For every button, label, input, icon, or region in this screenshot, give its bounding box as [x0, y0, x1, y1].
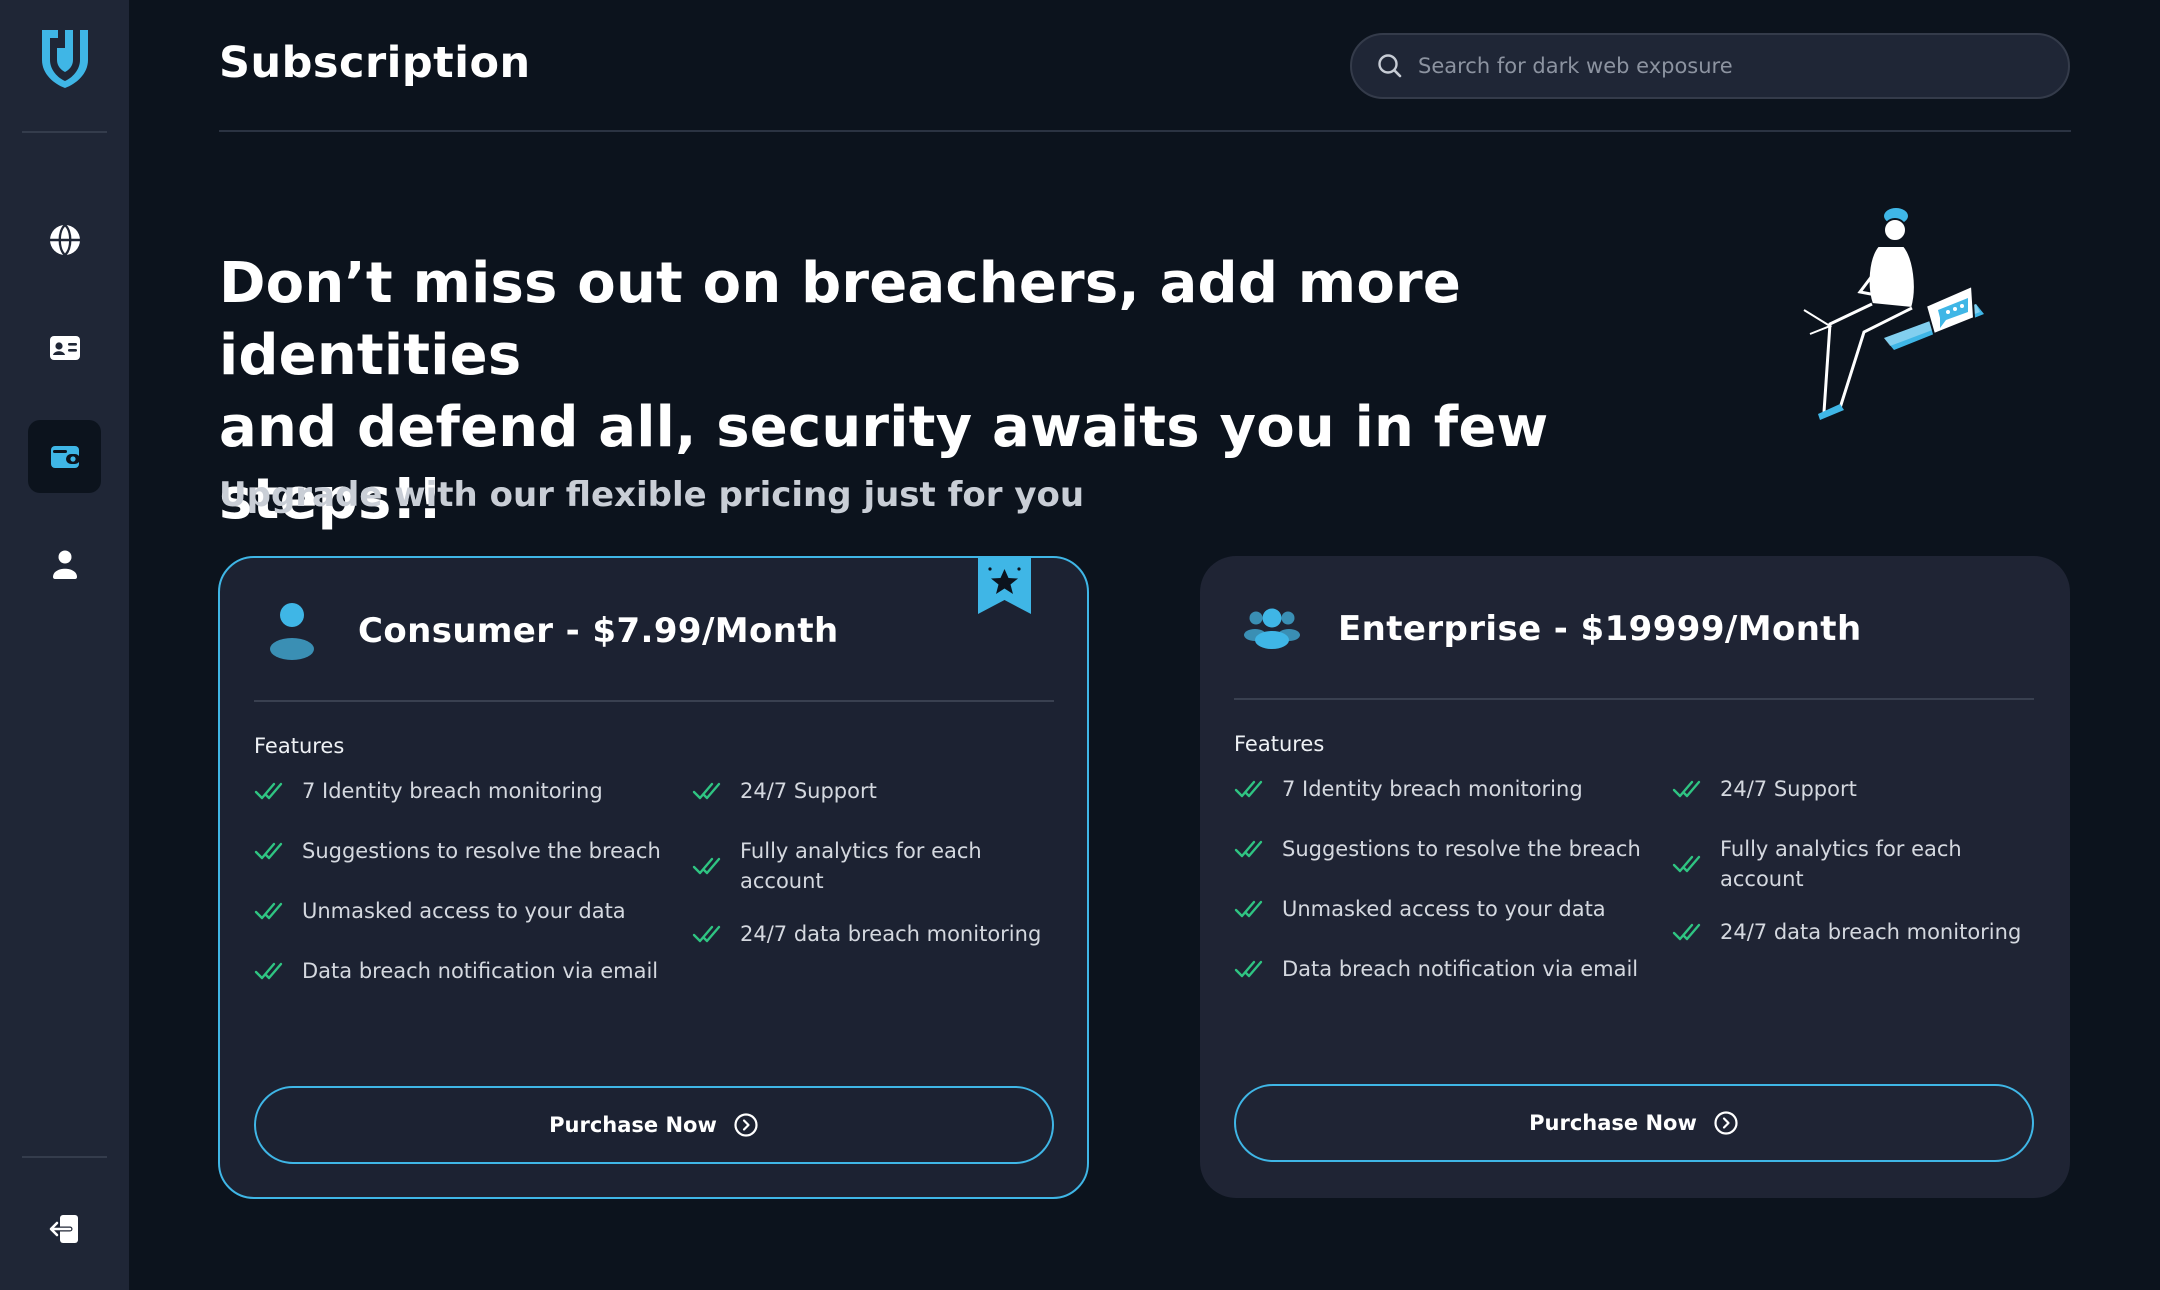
arrow-circle-icon — [734, 1113, 758, 1137]
double-check-icon — [1234, 960, 1263, 978]
feature-item: Fully analytics for each account — [1672, 834, 2032, 894]
double-check-icon — [1672, 855, 1701, 873]
sidebar-item-profile[interactable] — [28, 527, 101, 600]
feature-item: 7 Identity breach monitoring — [1234, 774, 1654, 804]
double-check-icon — [1672, 923, 1701, 941]
feature-text: 24/7 Support — [740, 779, 877, 803]
features-label: Features — [254, 734, 345, 758]
featured-ribbon-icon — [978, 556, 1031, 614]
page-title: Subscription — [219, 38, 531, 88]
team-users-icon — [1244, 608, 1300, 649]
shield-logo-icon[interactable] — [36, 26, 94, 92]
search-icon — [1378, 54, 1402, 78]
double-check-icon — [692, 782, 721, 800]
plan-divider — [1234, 698, 2034, 700]
features-list-left: 7 Identity breach monitoring Suggestions… — [1234, 774, 1654, 1014]
header-divider — [219, 130, 2071, 132]
double-check-icon — [692, 925, 721, 943]
features-list-left: 7 Identity breach monitoring Suggestions… — [254, 776, 674, 1016]
feature-item: 24/7 data breach monitoring — [1672, 917, 2032, 947]
hero-illustration — [1800, 208, 1990, 428]
sidebar — [0, 0, 129, 1290]
feature-item: Unmasked access to your data — [1234, 894, 1654, 924]
double-check-icon — [254, 962, 283, 980]
features-label: Features — [1234, 732, 1325, 756]
globe-icon — [49, 223, 80, 256]
double-check-icon — [1234, 900, 1263, 918]
feature-item: 7 Identity breach monitoring — [254, 776, 674, 806]
feature-item: Fully analytics for each account — [692, 836, 1052, 896]
feature-text: Unmasked access to your data — [302, 899, 626, 923]
feature-item: 24/7 Support — [692, 776, 1052, 806]
feature-item: Suggestions to resolve the breach — [254, 836, 674, 866]
plan-title: Enterprise - $19999/Month — [1338, 609, 1862, 649]
feature-text: Fully analytics for each account — [1720, 837, 1962, 891]
purchase-button-label: Purchase Now — [549, 1113, 717, 1137]
double-check-icon — [254, 842, 283, 860]
logout-icon — [48, 1214, 78, 1243]
plan-header: Enterprise - $19999/Month — [1242, 598, 1862, 660]
feature-text: Unmasked access to your data — [1282, 897, 1606, 921]
user-icon — [52, 550, 77, 579]
sidebar-item-globe[interactable] — [28, 203, 101, 276]
feature-item: Data breach notification via email — [254, 956, 674, 986]
hero-line-1: Don’t miss out on breachers, add more id… — [219, 251, 1462, 388]
plan-card-enterprise: Enterprise - $19999/Month Features 7 Ide… — [1200, 556, 2070, 1198]
feature-text: 24/7 data breach monitoring — [1720, 920, 2022, 944]
search-bar[interactable] — [1350, 33, 2070, 99]
sidebar-divider — [22, 1156, 107, 1158]
double-check-icon — [1234, 840, 1263, 858]
sidebar-item-subscription[interactable] — [28, 420, 101, 493]
pricing-heading: Upgrade with our flexible pricing just f… — [219, 475, 1085, 515]
app-root: Subscription Don’t miss out on breachers… — [0, 0, 2160, 1290]
feature-text: Suggestions to resolve the breach — [302, 839, 661, 863]
id-card-icon — [49, 335, 80, 360]
feature-text: Fully analytics for each account — [740, 839, 982, 893]
plan-title: Consumer - $7.99/Month — [358, 611, 839, 651]
feature-text: 24/7 Support — [1720, 777, 1857, 801]
purchase-button-consumer[interactable]: Purchase Now — [254, 1086, 1054, 1164]
feature-text: Suggestions to resolve the breach — [1282, 837, 1641, 861]
double-check-icon — [1234, 780, 1263, 798]
double-check-icon — [254, 902, 283, 920]
purchase-button-label: Purchase Now — [1529, 1111, 1697, 1135]
search-input[interactable] — [1418, 54, 2038, 78]
purchase-button-enterprise[interactable]: Purchase Now — [1234, 1084, 2034, 1162]
double-check-icon — [254, 782, 283, 800]
sidebar-item-logout[interactable] — [28, 1192, 101, 1265]
double-check-icon — [692, 857, 721, 875]
single-user-icon — [270, 603, 314, 660]
plan-card-consumer: Consumer - $7.99/Month Features 7 Identi… — [218, 556, 1089, 1199]
feature-item: 24/7 data breach monitoring — [692, 919, 1052, 949]
sidebar-item-identities[interactable] — [28, 311, 101, 384]
features-list-right: 24/7 Support Fully analytics for each ac… — [1672, 774, 2032, 977]
plan-divider — [254, 700, 1054, 702]
feature-item: Unmasked access to your data — [254, 896, 674, 926]
sidebar-divider — [22, 131, 107, 133]
wallet-icon — [50, 445, 80, 468]
feature-text: 7 Identity breach monitoring — [1282, 777, 1583, 801]
arrow-circle-icon — [1714, 1111, 1738, 1135]
feature-item: Suggestions to resolve the breach — [1234, 834, 1654, 864]
feature-text: 24/7 data breach monitoring — [740, 922, 1042, 946]
feature-text: Data breach notification via email — [1282, 957, 1639, 981]
feature-text: 7 Identity breach monitoring — [302, 779, 603, 803]
features-list-right: 24/7 Support Fully analytics for each ac… — [692, 776, 1052, 979]
feature-item: 24/7 Support — [1672, 774, 2032, 804]
feature-item: Data breach notification via email — [1234, 954, 1654, 984]
double-check-icon — [1672, 780, 1701, 798]
feature-text: Data breach notification via email — [302, 959, 659, 983]
plan-header: Consumer - $7.99/Month — [262, 600, 839, 662]
